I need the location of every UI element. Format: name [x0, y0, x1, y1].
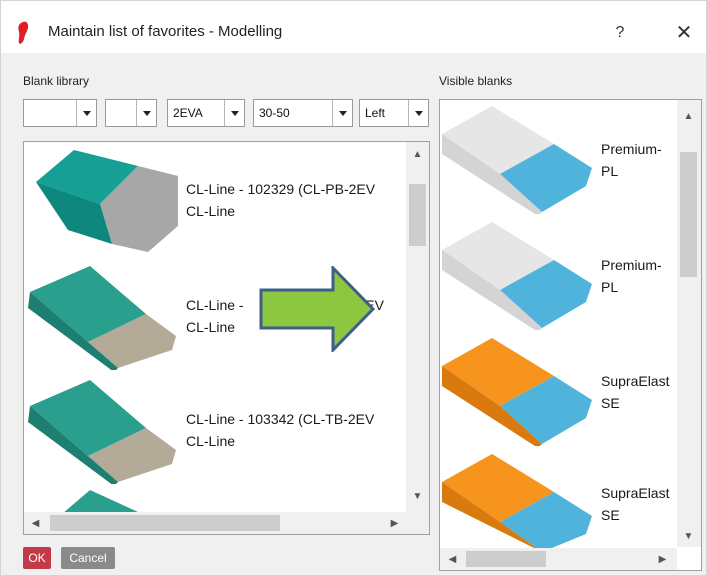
list-item[interactable]: CL-Line - 102329 (CL-PB-2EV CL-Line	[24, 142, 429, 252]
item-title: Premium-	[601, 257, 662, 273]
vertical-scrollbar[interactable]: ▲ ▼	[406, 142, 429, 512]
vertical-scrollbar[interactable]: ▲ ▼	[677, 100, 701, 547]
visible-blanks-label: Visible blanks	[439, 74, 513, 88]
filter-combo-side-value: Left	[365, 106, 386, 120]
item-title: SupraElast	[601, 485, 670, 501]
chevron-down-icon[interactable]	[224, 100, 244, 126]
item-subtitle: CL-Line	[186, 433, 236, 449]
cancel-button[interactable]: Cancel	[61, 547, 115, 569]
ok-button[interactable]: OK	[23, 547, 51, 569]
arrow-right-icon	[259, 266, 375, 352]
list-item[interactable]: SupraElast SE	[440, 448, 701, 558]
window-title: Maintain list of favorites - Modelling	[48, 23, 283, 40]
filter-combo-side[interactable]: Left	[359, 99, 429, 127]
item-subtitle: SE	[601, 507, 620, 523]
item-subtitle: PL	[601, 163, 619, 179]
blank-thumbnail-icon	[442, 338, 592, 446]
chevron-down-icon[interactable]: ▼	[409, 488, 426, 505]
blank-thumbnail-icon	[442, 454, 592, 552]
chevron-left-icon[interactable]: ◀	[27, 515, 44, 532]
filter-combo-material[interactable]: 2EVA	[167, 99, 245, 127]
horizontal-scrollbar[interactable]: ◀ ▶	[440, 548, 677, 570]
chevron-down-icon[interactable]	[76, 100, 96, 126]
blank-thumbnail-icon	[442, 106, 592, 214]
chevron-down-icon[interactable]: ▼	[680, 528, 697, 545]
scrollbar-thumb[interactable]	[680, 152, 697, 277]
list-item[interactable]: SupraElast SE	[440, 332, 701, 446]
filter-combo-material-value: 2EVA	[173, 106, 203, 120]
item-title: CL-Line - 102329 (CL-PB-2EV	[186, 181, 376, 197]
title-bar[interactable]: Maintain list of favorites - Modelling ?…	[1, 1, 706, 53]
blank-thumbnail-icon	[28, 380, 176, 484]
help-button[interactable]: ?	[606, 20, 634, 46]
help-icon: ?	[615, 24, 625, 41]
blank-thumbnail-icon	[36, 150, 178, 252]
item-title: CL-Line - 103342 (CL-TB-2EV	[186, 411, 375, 427]
item-subtitle: SE	[601, 395, 620, 411]
list-item[interactable]: Premium- PL	[440, 100, 701, 214]
chevron-up-icon[interactable]: ▲	[680, 108, 697, 125]
filter-combo-hardness[interactable]: 30-50	[253, 99, 353, 127]
blank-library-label: Blank library	[23, 74, 90, 88]
scrollbar-thumb[interactable]	[409, 184, 426, 246]
filter-combo-hardness-value: 30-50	[259, 106, 290, 120]
item-title: Premium-	[601, 141, 662, 157]
close-icon: ✕	[675, 22, 693, 44]
item-subtitle: PL	[601, 279, 619, 295]
dialog-window: Maintain list of favorites - Modelling ?…	[0, 0, 707, 576]
chevron-left-icon[interactable]: ◀	[444, 551, 461, 568]
list-item[interactable]: Premium- PL	[440, 216, 701, 330]
chevron-down-icon[interactable]	[332, 100, 352, 126]
item-subtitle: CL-Line	[186, 203, 236, 219]
footprint-icon	[18, 21, 29, 44]
close-button[interactable]: ✕	[669, 19, 699, 47]
chevron-down-icon[interactable]	[136, 100, 156, 126]
horizontal-scrollbar[interactable]: ◀ ▶	[24, 512, 429, 534]
list-item[interactable]: CL-Line - 103342 (CL-TB-2EV CL-Line	[24, 370, 429, 484]
filter-combo-2[interactable]	[105, 99, 157, 127]
blank-thumbnail-icon	[28, 266, 176, 370]
chevron-down-icon[interactable]	[408, 100, 428, 126]
chevron-up-icon[interactable]: ▲	[409, 146, 426, 163]
filter-combo-1[interactable]	[23, 99, 97, 127]
visible-blanks-list[interactable]: Premium- PL Premium- PL SupraElast SE Su…	[439, 99, 702, 571]
item-title: CL-Line -	[186, 297, 248, 313]
chevron-right-icon[interactable]: ▶	[386, 515, 403, 532]
scrollbar-thumb[interactable]	[466, 551, 546, 567]
blank-thumbnail-icon	[442, 222, 592, 330]
item-title: SupraElast	[601, 373, 670, 389]
chevron-right-icon[interactable]: ▶	[654, 551, 671, 568]
scrollbar-thumb[interactable]	[50, 515, 280, 531]
